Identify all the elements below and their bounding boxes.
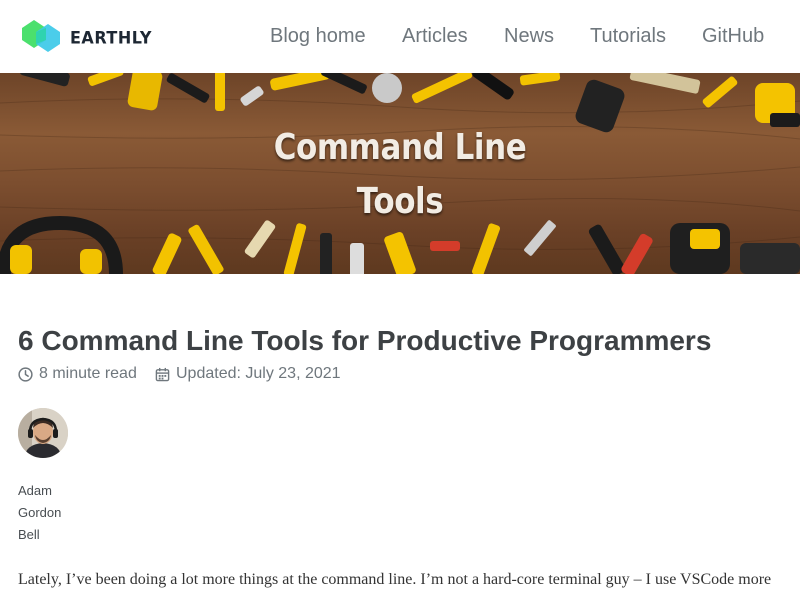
earthly-logo-icon xyxy=(22,20,60,52)
nav-news[interactable]: News xyxy=(504,24,554,48)
clock-icon xyxy=(18,366,33,382)
read-time: 8 minute read xyxy=(18,364,137,384)
calendar-icon xyxy=(155,367,170,381)
author-last-name: Bell xyxy=(18,527,40,542)
earthly-logo-link[interactable]: EARTHLY xyxy=(18,18,152,56)
hero-title-line-1: Command Line xyxy=(273,127,527,168)
hero-title-line-2: Tools xyxy=(356,181,444,222)
author-middle-name: Gordon xyxy=(18,505,62,520)
nav-github[interactable]: GitHub xyxy=(702,24,764,48)
article-title: 6 Command Line Tools for Productive Prog… xyxy=(18,325,712,356)
author-name[interactable]: Adam Gordon Bell xyxy=(18,480,78,546)
author-photo xyxy=(18,408,68,458)
brand-name: EARTHLY xyxy=(70,26,153,48)
updated-date: Updated: July 23, 2021 xyxy=(155,364,341,384)
nav-blog-home[interactable]: Blog home xyxy=(270,24,366,48)
site-header: EARTHLY Blog home Articles News Tutorial… xyxy=(0,0,800,74)
author-avatar[interactable] xyxy=(18,408,68,458)
nav-articles[interactable]: Articles xyxy=(402,24,468,48)
hero-banner: Command Line Tools xyxy=(0,73,800,274)
article-intro-paragraph: Lately, I’ve been doing a lot more thing… xyxy=(18,571,772,588)
nav-tutorials[interactable]: Tutorials xyxy=(590,24,666,48)
read-time-text: 8 minute read xyxy=(39,365,137,382)
author-first-name: Adam xyxy=(18,483,52,498)
updated-date-text: Updated: July 23, 2021 xyxy=(176,365,341,382)
hero-title: Command Line Tools xyxy=(56,121,744,229)
